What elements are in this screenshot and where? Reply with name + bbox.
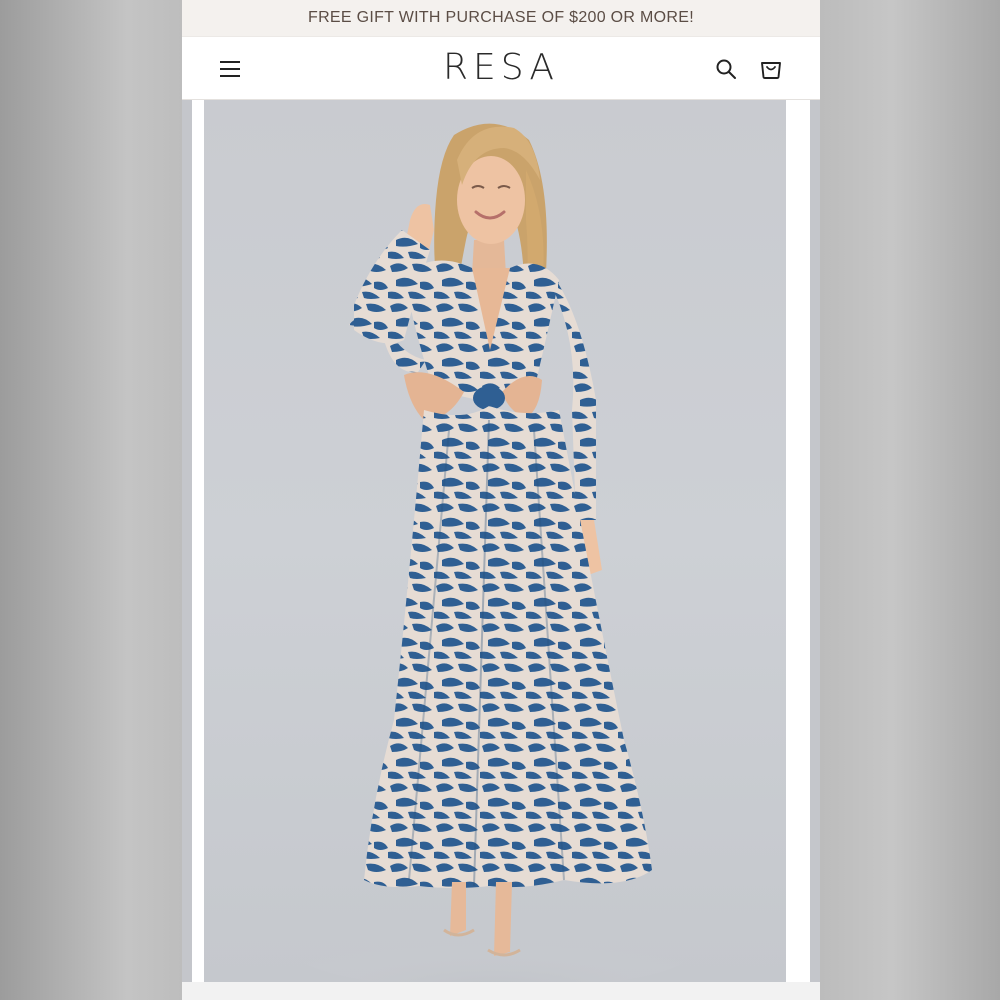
next-image-edge[interactable] xyxy=(810,100,820,982)
announcement-bar[interactable]: FREE GIFT WITH PURCHASE OF $200 OR MORE! xyxy=(182,0,820,36)
shopping-bag-icon[interactable] xyxy=(758,55,784,81)
bottom-bar xyxy=(182,982,820,1000)
background-right xyxy=(820,0,1000,1000)
site-header: RESA xyxy=(182,36,820,100)
search-icon[interactable] xyxy=(714,57,738,81)
background-left xyxy=(0,0,182,1000)
model-illustration xyxy=(294,123,694,982)
previous-image-edge[interactable] xyxy=(182,100,192,982)
product-image-frame xyxy=(182,100,820,1000)
product-image[interactable] xyxy=(204,100,786,982)
announcement-text: FREE GIFT WITH PURCHASE OF $200 OR MORE! xyxy=(308,9,694,26)
phone-screen: FREE GIFT WITH PURCHASE OF $200 OR MORE!… xyxy=(182,0,820,1000)
